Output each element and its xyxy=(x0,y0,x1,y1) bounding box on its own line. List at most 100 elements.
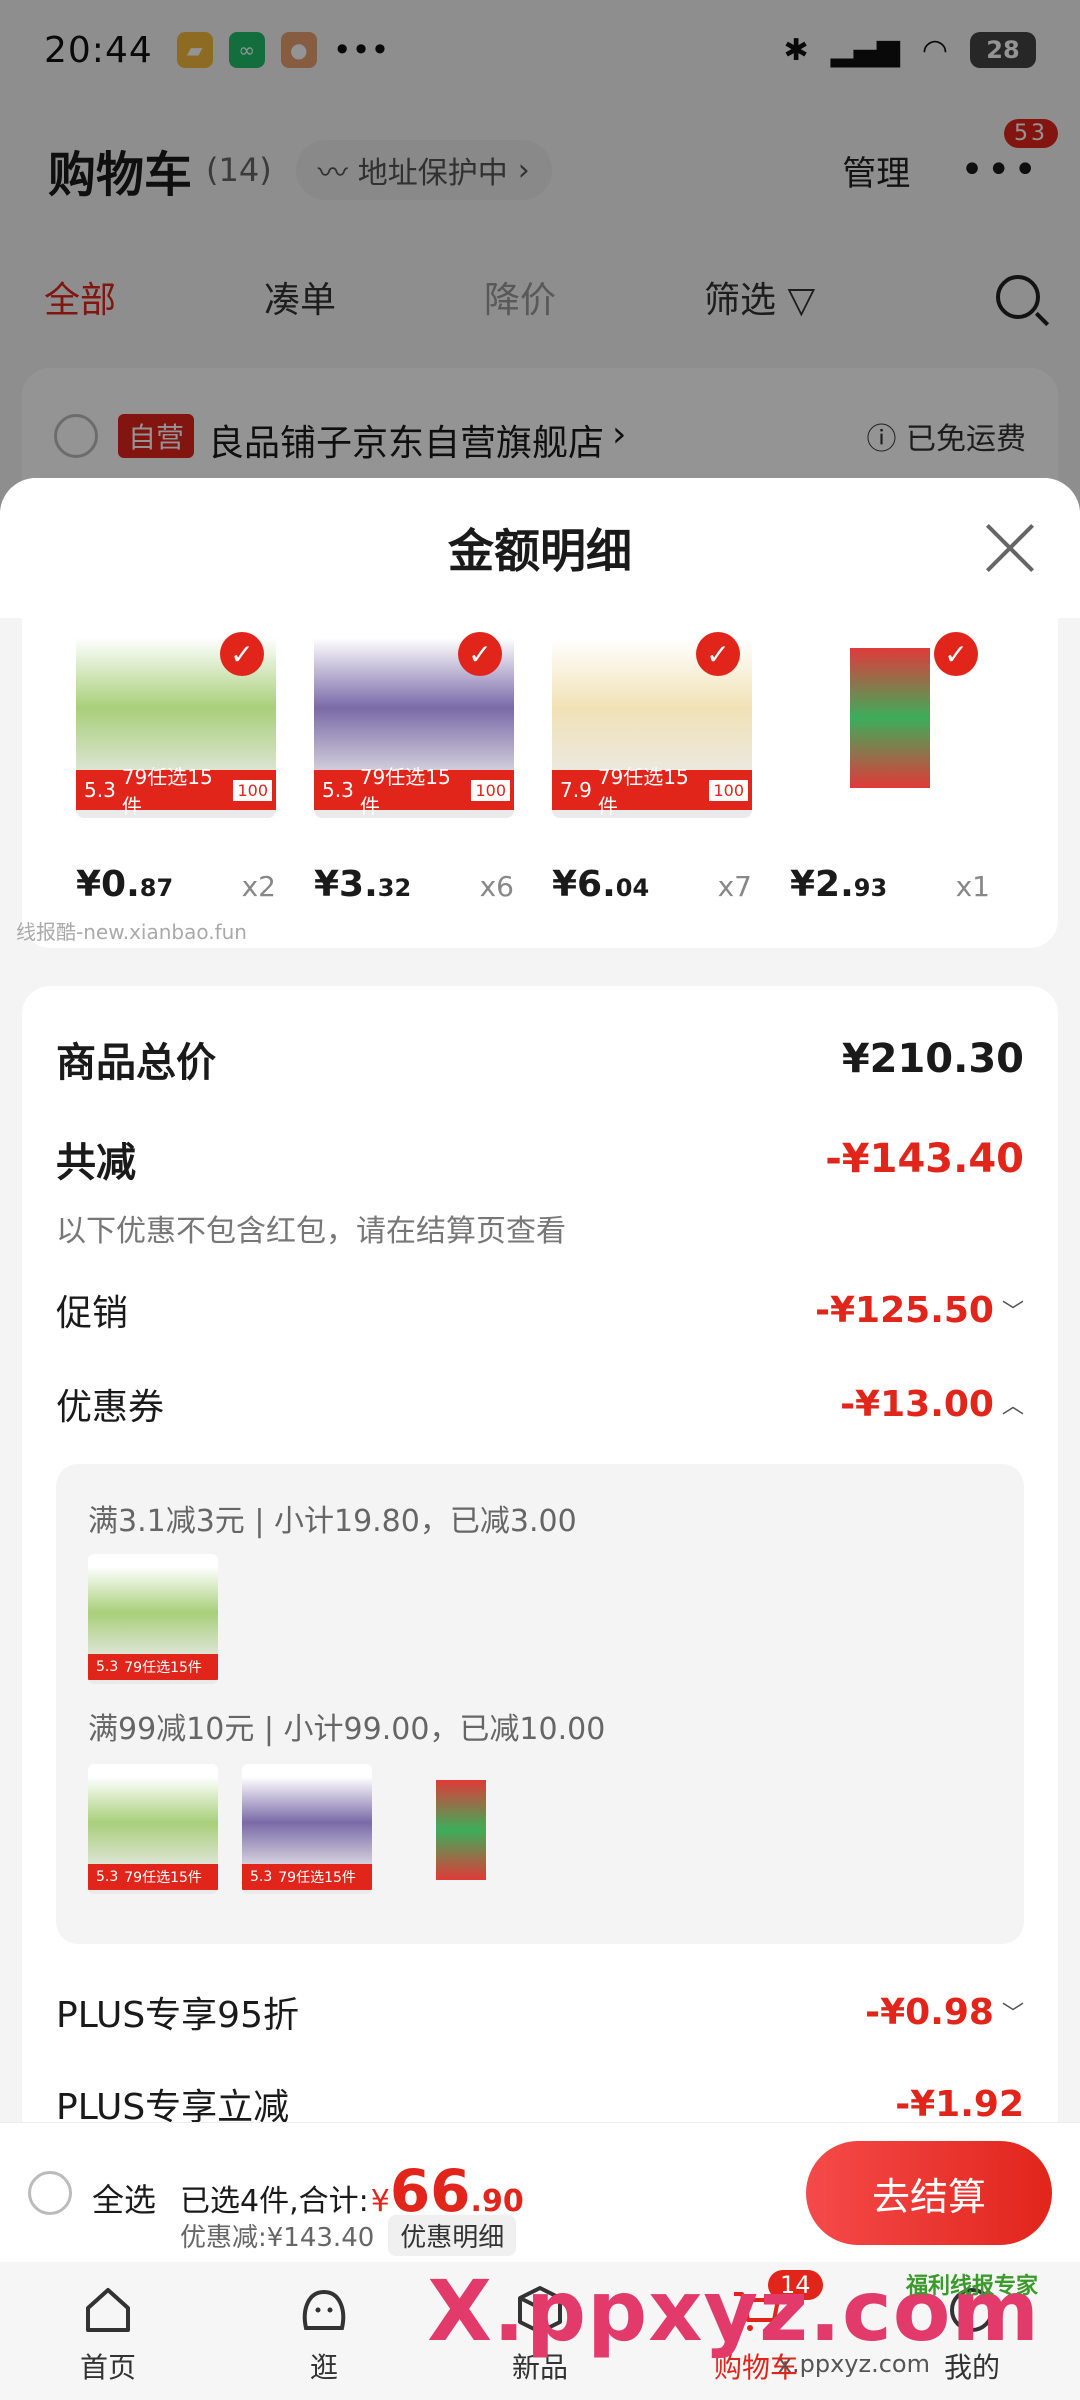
promo-text: 79任选15件 xyxy=(597,765,689,818)
promo-value: -¥125.50 xyxy=(815,1289,994,1331)
promo-price: 5.3 xyxy=(250,1869,273,1885)
promo-badge: 100 xyxy=(471,779,510,801)
discount-summary: 优惠减:¥143.40 优惠明细 xyxy=(180,2215,517,2256)
product-price: ¥0. 87 x2 xyxy=(76,864,276,905)
plus-reduce-value: -¥1.92 xyxy=(895,2083,1024,2123)
plus-reduce-label: PLUS专享立减 xyxy=(56,2087,290,2122)
tab-label: 首页 xyxy=(79,2351,136,2384)
promo-price: 7.9 xyxy=(560,778,592,802)
product-quantity: x7 xyxy=(717,870,752,903)
promo-strip: 5.3 79任选15件 100 xyxy=(314,765,514,818)
price-integer: ¥3. xyxy=(314,864,378,905)
price-decimal: 32 xyxy=(377,874,412,902)
total-row: 商品总价 ¥210.30 xyxy=(56,1030,1024,1088)
promo-price: 5.3 xyxy=(96,1869,119,1885)
product-item[interactable]: ✓ ¥2. 93 x1 xyxy=(790,618,990,905)
promo-strip: 5.3 79任选15件 xyxy=(88,1654,218,1680)
chevron-up-icon: ︿ xyxy=(1001,1394,1024,1419)
total-value: ¥210.30 xyxy=(841,1036,1024,1082)
coupon-product-thumb: 5.3 79任选15件 xyxy=(242,1764,372,1894)
plus-reduce-row: PLUS专享立减 -¥1.92 xyxy=(56,2078,1024,2123)
coupon-value: -¥13.00 xyxy=(840,1383,994,1425)
amount-detail-sheet: 金额明细 ✓ 5.3 79任选15件 100 ¥0. 87 x2 ✓ 5.3 79任选… xyxy=(0,478,1080,2122)
watermark-url: x.ppxyz.com xyxy=(777,2350,930,2378)
price-decimal: 93 xyxy=(853,874,888,902)
product-image: ✓ 5.3 79任选15件 100 xyxy=(314,618,514,818)
coupon-product-thumb: 5.3 79任选15件 xyxy=(88,1764,218,1894)
reduce-row: 共减 -¥143.40 xyxy=(56,1130,1024,1188)
coupon-line: 满3.1减3元 | 小计19.80，已减3.00 xyxy=(88,1504,577,1539)
reduce-label: 共减 xyxy=(56,1140,136,1186)
promo-strip: 5.3 79任选15件 xyxy=(242,1864,372,1890)
promo-badge: 100 xyxy=(233,779,272,801)
checked-icon: ✓ xyxy=(220,632,264,676)
plus-discount-label: PLUS专享95折 xyxy=(56,1995,299,2036)
plus-discount-row[interactable]: PLUS专享95折 -¥0.98 ﹀ xyxy=(56,1986,1024,2038)
promo-price: 5.3 xyxy=(96,1659,119,1675)
checked-icon: ✓ xyxy=(458,632,502,676)
promo-text: 79任选15件 xyxy=(121,765,213,818)
chips-bag-shape xyxy=(436,1780,486,1880)
browse-icon xyxy=(302,2289,346,2330)
product-item[interactable]: ✓ 5.3 79任选15件 100 ¥3. 32 x6 xyxy=(314,618,514,905)
promo-row[interactable]: 促销 -¥125.50 ﹀ xyxy=(56,1284,1024,1336)
amount-summary: 商品总价 ¥210.30 共减 -¥143.40 以下优惠不包含红包，请在结算页… xyxy=(22,986,1058,2122)
product-price: ¥2. 93 x1 xyxy=(790,864,990,905)
chevron-down-icon: ﹀ xyxy=(1001,1300,1024,1325)
promo-strip: 7.9 79任选15件 100 xyxy=(552,765,752,818)
product-price: ¥6. 04 x7 xyxy=(552,864,752,905)
watermark-brand: 福利线报专家 xyxy=(905,2274,1038,2299)
checked-icon: ✓ xyxy=(696,632,740,676)
promo-text: 79任选15件 xyxy=(124,1660,202,1676)
home-icon xyxy=(86,2288,130,2332)
product-image: ✓ 7.9 79任选15件 100 xyxy=(552,618,752,818)
coupon-product-thumb: 5.3 79任选15件 xyxy=(88,1554,218,1684)
promo-text: 79任选15件 xyxy=(359,765,451,818)
select-all-label[interactable]: 全选 xyxy=(92,2175,156,2221)
sheet-title: 金额明细 xyxy=(448,524,632,578)
tab-home[interactable]: 首页 xyxy=(0,2262,216,2400)
watermark-text: 线报酷-new.xianbao.fun xyxy=(16,920,247,944)
checked-icon: ✓ xyxy=(934,632,978,676)
tab-browse[interactable]: 逛 xyxy=(216,2262,432,2400)
coupon-line: 满99减10元 | 小计99.00，已减10.00 xyxy=(88,1712,606,1747)
chevron-down-icon: ﹀ xyxy=(1001,2002,1024,2027)
promo-text: 79任选15件 xyxy=(278,1870,356,1886)
product-image: ✓ xyxy=(790,618,990,818)
promo-label: 促销 xyxy=(56,1293,129,1334)
plus-discount-value: -¥0.98 xyxy=(865,1991,994,2033)
total-currency: ¥ xyxy=(370,2184,390,2219)
selected-text: 已选4件,合计: xyxy=(180,2184,369,2219)
close-icon[interactable] xyxy=(984,522,1036,574)
price-decimal: 04 xyxy=(615,874,650,902)
total-label: 商品总价 xyxy=(56,1040,216,1086)
promo-badge: 100 xyxy=(709,779,748,801)
product-price: ¥3. 32 x6 xyxy=(314,864,514,905)
promo-strip: 5.3 79任选15件 100 xyxy=(76,765,276,818)
total-decimal: .90 xyxy=(470,2184,524,2219)
coupon-label: 优惠券 xyxy=(56,1387,165,1428)
price-integer: ¥0. xyxy=(76,864,140,905)
price-decimal: 87 xyxy=(139,874,174,902)
product-quantity: x6 xyxy=(479,870,514,903)
promo-strip: 5.3 79任选15件 xyxy=(88,1864,218,1890)
selected-products: ✓ 5.3 79任选15件 100 ¥0. 87 x2 ✓ 5.3 79任选15件 10… xyxy=(16,618,1058,948)
product-image: ✓ 5.3 79任选15件 100 xyxy=(76,618,276,818)
checkout-button[interactable]: 去结算 xyxy=(806,2141,1052,2245)
checkout-bar: 全选 已选4件,合计: ¥ 66 .90 优惠减:¥143.40 优惠明细 去结… xyxy=(0,2122,1080,2262)
price-integer: ¥2. xyxy=(790,864,854,905)
promo-text: 79任选15件 xyxy=(124,1870,202,1886)
product-item[interactable]: ✓ 5.3 79任选15件 100 ¥0. 87 x2 xyxy=(76,618,276,905)
price-integer: ¥6. xyxy=(552,864,616,905)
product-quantity: x2 xyxy=(241,870,276,903)
reduce-value: -¥143.40 xyxy=(825,1136,1024,1182)
sheet-header: 金额明细 xyxy=(0,478,1080,618)
tab-label: 逛 xyxy=(309,2351,338,2384)
chips-bag-shape xyxy=(850,648,930,788)
discount-text: 优惠减:¥143.40 xyxy=(180,2223,375,2253)
coupon-product-thumb xyxy=(396,1764,526,1894)
discount-detail-button[interactable]: 优惠明细 xyxy=(388,2215,517,2256)
coupon-row[interactable]: 优惠券 -¥13.00 ︿ xyxy=(56,1378,1024,1430)
product-item[interactable]: ✓ 7.9 79任选15件 100 ¥6. 04 x7 xyxy=(552,618,752,905)
select-all-radio[interactable] xyxy=(28,2171,72,2215)
